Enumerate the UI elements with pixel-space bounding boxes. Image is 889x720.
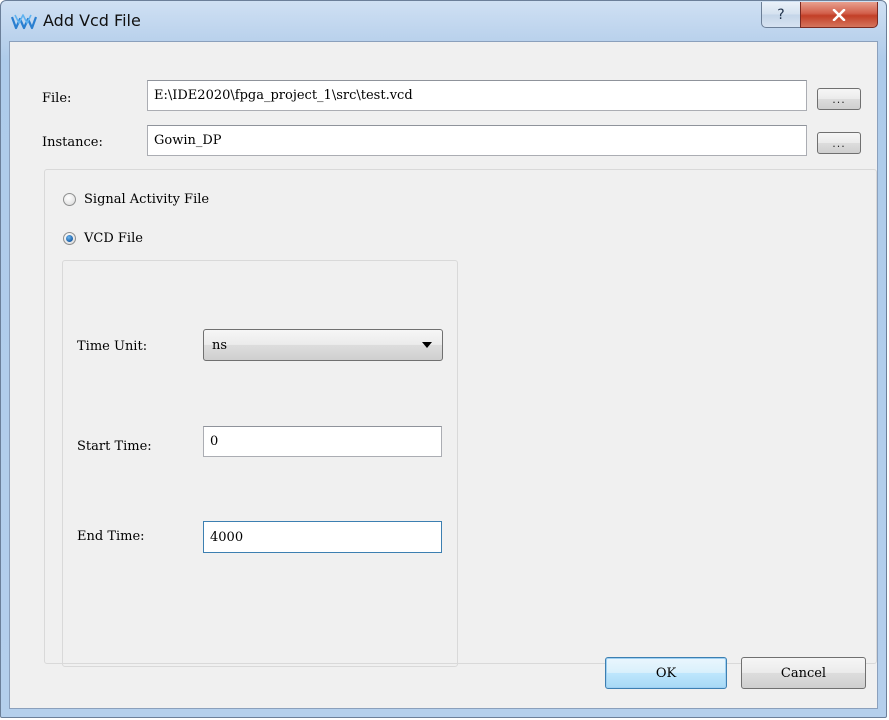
instance-browse-button[interactable]: ... (817, 132, 861, 154)
ok-button[interactable]: OK (605, 657, 727, 689)
close-button[interactable] (800, 2, 878, 28)
window-title: Add Vcd File (43, 11, 141, 30)
instance-input[interactable]: Gowin_DP (147, 125, 807, 156)
title-bar[interactable]: Add Vcd File ? (1, 1, 886, 41)
radio-signal-activity-file[interactable]: Signal Activity File (63, 192, 209, 207)
close-icon (832, 8, 846, 21)
gowin-logo-icon (11, 14, 37, 30)
file-label: File: (42, 91, 72, 106)
help-button[interactable]: ? (761, 2, 801, 28)
dialog-window: Add Vcd File ? File: E:\IDE2020\fpga_pro… (0, 0, 887, 718)
end-time-input[interactable]: 4000 (203, 521, 442, 553)
file-browse-button[interactable]: ... (817, 88, 861, 110)
time-unit-value: ns (212, 337, 228, 353)
start-time-input[interactable]: 0 (203, 426, 442, 457)
cancel-button[interactable]: Cancel (741, 657, 866, 689)
chevron-down-icon (422, 342, 432, 348)
help-icon: ? (777, 6, 785, 23)
end-time-label: End Time: (77, 529, 145, 544)
time-unit-select[interactable]: ns (203, 329, 443, 361)
vcd-options-group (62, 260, 458, 667)
radio-button-checked-icon (63, 232, 76, 245)
instance-label: Instance: (42, 135, 103, 150)
time-unit-label: Time Unit: (77, 339, 148, 354)
radio-label: Signal Activity File (84, 192, 210, 207)
start-time-label: Start Time: (77, 439, 152, 454)
file-path-input[interactable]: E:\IDE2020\fpga_project_1\src\test.vcd (147, 80, 807, 111)
radio-label: VCD File (84, 231, 143, 246)
radio-button-icon (63, 193, 76, 206)
radio-vcd-file[interactable]: VCD File (63, 231, 143, 246)
dialog-body: File: E:\IDE2020\fpga_project_1\src\test… (9, 41, 878, 709)
